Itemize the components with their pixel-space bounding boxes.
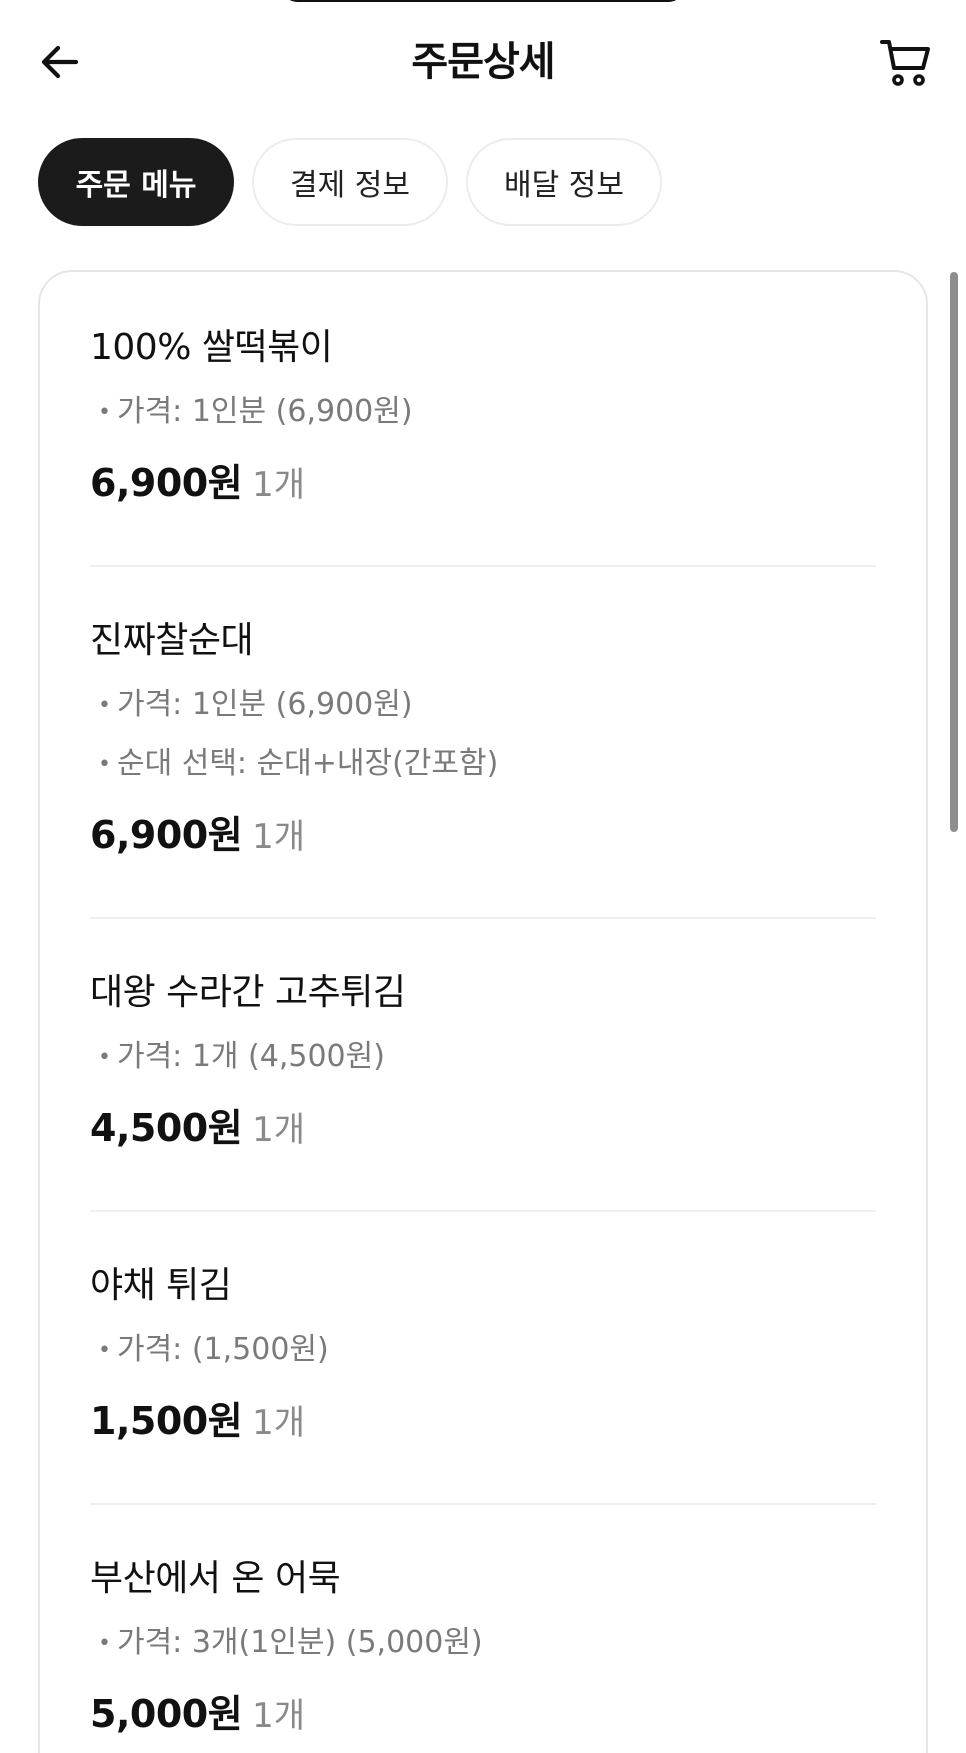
item-name: 부산에서 온 어묵 bbox=[90, 1558, 341, 1599]
tab-delivery-info[interactable]: 배달 정보 bbox=[466, 138, 662, 226]
list-item: 100% 쌀떡볶이 • 가격: 1인분 (6,900원) 6,900원 1개 bbox=[90, 322, 876, 519]
divider bbox=[90, 565, 876, 567]
item-price: 4,500원 bbox=[90, 1106, 243, 1150]
item-price-row: 6,900원 1개 bbox=[90, 455, 876, 519]
list-item: 야채 튀김 • 가격: (1,500원) 1,500원 1개 bbox=[90, 1260, 876, 1457]
item-price-row: 4,500원 1개 bbox=[90, 1100, 876, 1164]
bullet-icon: • bbox=[98, 400, 111, 425]
item-quantity: 1개 bbox=[252, 1110, 306, 1150]
order-items-card: 100% 쌀떡볶이 • 가격: 1인분 (6,900원) 6,900원 1개 진짜찰… bbox=[38, 270, 928, 1753]
item-price-row: 1,500원 1개 bbox=[90, 1393, 876, 1457]
bullet-icon: • bbox=[98, 693, 111, 718]
item-quantity: 1개 bbox=[252, 1403, 306, 1443]
item-price: 6,900원 bbox=[90, 461, 243, 505]
bullet-icon: • bbox=[98, 1045, 111, 1070]
item-option: • 가격: 1인분 (6,900원) bbox=[90, 390, 876, 435]
item-name: 100% 쌀떡볶이 bbox=[90, 327, 333, 368]
tab-order-menu[interactable]: 주문 메뉴 bbox=[38, 138, 234, 226]
item-name: 대왕 수라간 고추튀김 bbox=[90, 972, 406, 1013]
tab-bar: 주문 메뉴 결제 정보 배달 정보 bbox=[38, 138, 662, 226]
list-item: 대왕 수라간 고추튀김 • 가격: 1개 (4,500원) 4,500원 1개 bbox=[90, 967, 876, 1164]
item-price-row: 6,900원 1개 bbox=[90, 807, 876, 871]
item-name: 야채 튀김 bbox=[90, 1265, 232, 1306]
order-detail-screen: 주문상세 주문 메뉴 결제 정보 배달 정보 100% 쌀떡볶이 • 가격: 1인… bbox=[0, 0, 966, 1753]
item-quantity: 1개 bbox=[252, 1696, 306, 1736]
cart-icon bbox=[880, 40, 930, 86]
divider bbox=[90, 1503, 876, 1505]
tab-payment-info[interactable]: 결제 정보 bbox=[252, 138, 448, 226]
list-item: 진짜찰순대 • 가격: 1인분 (6,900원) • 순대 선택: 순대+내장(간포… bbox=[90, 615, 876, 871]
item-quantity: 1개 bbox=[252, 465, 306, 505]
top-app-bar: 주문상세 bbox=[0, 0, 966, 124]
item-option: • 가격: 1개 (4,500원) bbox=[90, 1035, 876, 1080]
item-price: 1,500원 bbox=[90, 1399, 243, 1443]
scrollbar[interactable] bbox=[950, 272, 958, 832]
item-option: • 순대 선택: 순대+내장(간포함) bbox=[90, 742, 876, 787]
item-price-row: 5,000원 1개 bbox=[90, 1686, 876, 1750]
cart-button[interactable] bbox=[872, 30, 938, 96]
bullet-icon: • bbox=[98, 752, 111, 777]
divider bbox=[90, 1210, 876, 1212]
list-item: 부산에서 온 어묵 • 가격: 3개(1인분) (5,000원) 5,000원 1개 bbox=[90, 1553, 876, 1750]
bullet-icon: • bbox=[98, 1631, 111, 1656]
item-option: • 가격: 1인분 (6,900원) bbox=[90, 683, 876, 728]
divider bbox=[90, 917, 876, 919]
item-price: 5,000원 bbox=[90, 1692, 243, 1736]
item-option: • 가격: (1,500원) bbox=[90, 1328, 876, 1373]
item-option: • 가격: 3개(1인분) (5,000원) bbox=[90, 1621, 876, 1666]
item-name: 진짜찰순대 bbox=[90, 620, 254, 661]
item-price: 6,900원 bbox=[90, 813, 243, 857]
item-quantity: 1개 bbox=[252, 817, 306, 857]
page-title: 주문상세 bbox=[411, 39, 555, 85]
bullet-icon: • bbox=[98, 1338, 111, 1363]
